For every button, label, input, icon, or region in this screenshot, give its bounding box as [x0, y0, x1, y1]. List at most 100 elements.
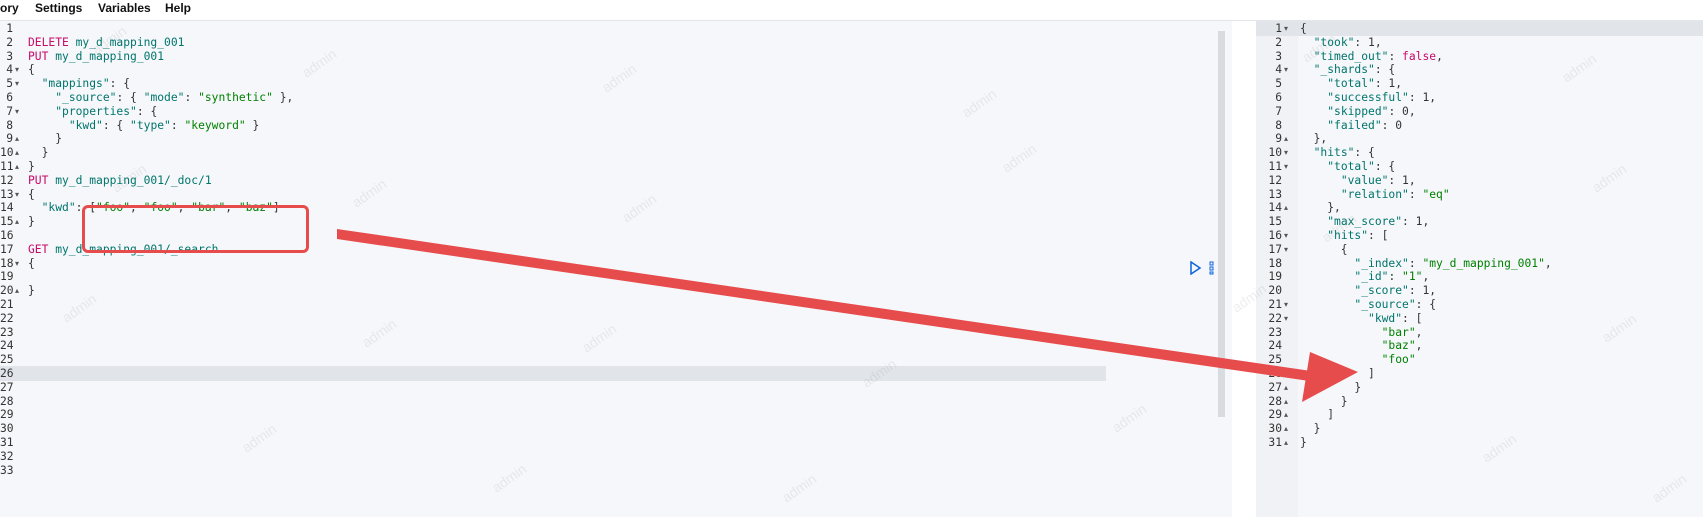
fold-expand-icon[interactable]: ▾: [1284, 242, 1288, 257]
fold-collapse-icon[interactable]: ▴: [1284, 380, 1288, 395]
fold-collapse-icon[interactable]: ▴: [1284, 366, 1288, 381]
code-token: : {: [1415, 298, 1437, 311]
fold-collapse-icon[interactable]: ▴: [1284, 407, 1288, 422]
fold-expand-icon[interactable]: ▾: [15, 256, 19, 271]
line-number: 25: [0, 353, 14, 367]
fold-collapse-icon[interactable]: ▴: [15, 131, 19, 146]
code-line[interactable]: "skipped": 0,: [1300, 104, 1415, 119]
code-line[interactable]: }: [28, 283, 35, 298]
code-token: }: [1300, 380, 1362, 394]
line-number: 19: [1268, 270, 1282, 284]
fold-collapse-icon[interactable]: ▴: [1284, 131, 1288, 146]
code-line[interactable]: PUT my_d_mapping_001: [28, 49, 164, 64]
code-line[interactable]: "timed_out": false,: [1300, 49, 1443, 64]
play-icon[interactable]: [1189, 260, 1202, 280]
code-line[interactable]: }: [28, 145, 49, 160]
code-line[interactable]: "kwd": { "type": "keyword" }: [28, 118, 259, 133]
fold-expand-icon[interactable]: ▾: [1284, 311, 1288, 326]
menu-help[interactable]: Help: [165, 1, 191, 17]
fold-collapse-icon[interactable]: ▴: [15, 214, 19, 229]
fold-expand-icon[interactable]: ▾: [1284, 159, 1288, 174]
code-token: ,: [1422, 270, 1430, 284]
fold-expand-icon[interactable]: ▾: [1284, 62, 1288, 77]
code-line[interactable]: },: [1300, 200, 1341, 215]
code-line[interactable]: "_score": 1,: [1300, 283, 1436, 298]
code-line[interactable]: "_index": "my_d_mapping_001",: [1300, 256, 1551, 271]
code-line[interactable]: "took": 1,: [1300, 35, 1382, 50]
code-line[interactable]: "max_score": 1,: [1300, 214, 1429, 229]
fold-collapse-icon[interactable]: ▴: [15, 145, 19, 160]
code-line[interactable]: "hits": [: [1300, 228, 1388, 243]
code-line[interactable]: "kwd": [: [1300, 311, 1422, 326]
code-token: "kwd": [41, 201, 76, 215]
line-number: 30: [0, 422, 14, 436]
line-number: 17: [0, 242, 14, 256]
code-line[interactable]: DELETE my_d_mapping_001: [28, 35, 184, 50]
code-line[interactable]: "_source": {: [1300, 297, 1436, 312]
code-line[interactable]: "hits": {: [1300, 145, 1375, 160]
code-token: }: [28, 215, 35, 229]
code-line[interactable]: },: [1300, 131, 1328, 146]
code-line[interactable]: "_shards": {: [1300, 62, 1396, 77]
code-line[interactable]: {: [1300, 21, 1307, 36]
code-line[interactable]: {: [1300, 242, 1348, 257]
line-number: 13: [1268, 187, 1282, 201]
code-line[interactable]: }: [1300, 421, 1321, 436]
code-line[interactable]: }: [28, 131, 62, 146]
line-number: 1: [6, 22, 13, 35]
request-editor[interactable]: 1 2 DELETE my_d_mapping_001 3 PUT my_d_mappi…: [0, 21, 1232, 517]
fold-collapse-icon[interactable]: ▴: [15, 283, 19, 298]
code-line[interactable]: }: [1300, 380, 1361, 395]
request-scrollbar[interactable]: [1218, 31, 1225, 417]
code-line[interactable]: }: [28, 159, 35, 174]
code-line[interactable]: "total": 1,: [1300, 76, 1402, 91]
code-line[interactable]: }: [1300, 394, 1348, 409]
code-line[interactable]: ]: [1300, 407, 1334, 422]
fold-collapse-icon[interactable]: ▴: [1284, 421, 1288, 436]
fold-collapse-icon[interactable]: ▴: [1284, 435, 1288, 450]
code-line[interactable]: "baz",: [1300, 338, 1423, 353]
code-line[interactable]: }: [28, 214, 35, 229]
code-line[interactable]: "total": {: [1300, 159, 1395, 174]
line-number: 29: [0, 408, 14, 422]
menu-settings[interactable]: Settings: [35, 1, 82, 17]
fold-expand-icon[interactable]: ▾: [15, 76, 19, 91]
code-line[interactable]: "mappings": {: [28, 76, 130, 91]
pane-divider[interactable]: [1232, 21, 1256, 517]
fold-expand-icon[interactable]: ▾: [1284, 297, 1288, 312]
code-line[interactable]: "foo": [1300, 352, 1416, 367]
code-line[interactable]: "_id": "1",: [1300, 269, 1429, 284]
line-number: 13: [0, 187, 14, 201]
response-editor[interactable]: 1 ▾{2 "took": 1, 3 "timed_out": false, 4 ▾ "…: [1256, 21, 1703, 517]
line-number: 16: [0, 229, 14, 242]
code-line[interactable]: "properties": {: [28, 104, 157, 119]
code-line[interactable]: {: [28, 62, 35, 77]
fold-collapse-icon[interactable]: ▴: [1284, 200, 1288, 215]
code-line[interactable]: {: [28, 187, 35, 202]
code-token: :: [184, 91, 199, 104]
code-line[interactable]: "bar",: [1300, 325, 1423, 340]
fold-collapse-icon[interactable]: ▴: [15, 159, 19, 174]
menu-variables[interactable]: Variables: [98, 1, 151, 17]
code-line[interactable]: {: [28, 256, 35, 271]
code-token: my_d_mapping_001: [68, 35, 185, 49]
menu-history[interactable]: ory: [0, 1, 19, 17]
wrench-icon[interactable]: [1209, 261, 1217, 280]
fold-expand-icon[interactable]: ▾: [1284, 21, 1288, 36]
code-line[interactable]: "failed": 0: [1300, 118, 1402, 133]
fold-expand-icon[interactable]: ▾: [1284, 228, 1288, 243]
fold-expand-icon[interactable]: ▾: [15, 187, 19, 202]
line-number: 2: [1275, 35, 1282, 49]
fold-expand-icon[interactable]: ▾: [15, 62, 19, 77]
fold-collapse-icon[interactable]: ▴: [1284, 394, 1288, 409]
code-line[interactable]: "value": 1,: [1300, 173, 1416, 188]
code-line[interactable]: ]: [1300, 366, 1375, 381]
fold-expand-icon[interactable]: ▾: [1284, 145, 1288, 160]
code-line[interactable]: "successful": 1,: [1300, 90, 1436, 105]
fold-expand-icon[interactable]: ▾: [15, 104, 19, 119]
code-token: "took": [1313, 35, 1355, 49]
code-line[interactable]: PUT my_d_mapping_001/_doc/1: [28, 173, 212, 188]
code-line[interactable]: }: [1300, 435, 1307, 450]
code-line[interactable]: "_source": { "mode": "synthetic" },: [28, 90, 293, 105]
code-line[interactable]: "relation": "eq": [1300, 187, 1450, 202]
